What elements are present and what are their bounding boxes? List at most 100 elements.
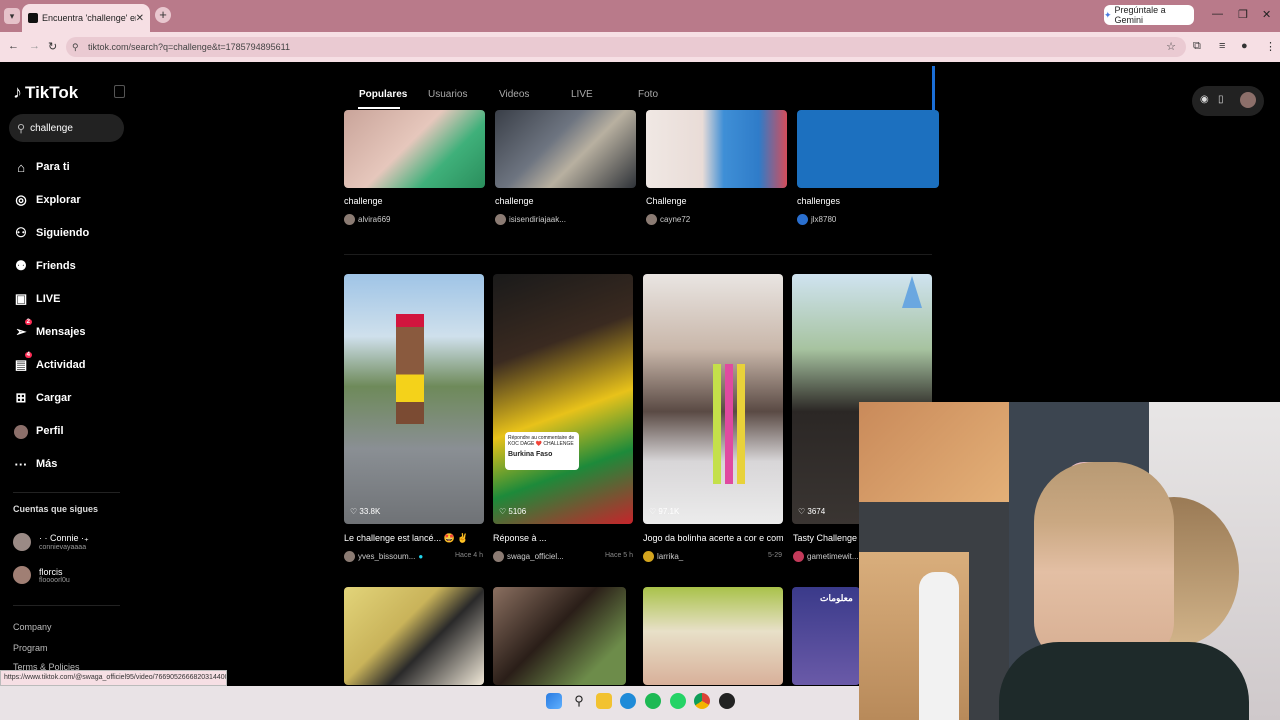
- reading-list-icon[interactable]: ≡: [1219, 40, 1225, 52]
- tab-foto[interactable]: Foto: [638, 89, 658, 100]
- following-icon: ⚇: [15, 225, 27, 240]
- tab-populares[interactable]: Populares: [359, 89, 407, 100]
- video-caption[interactable]: challenges: [797, 196, 840, 206]
- video-author[interactable]: alvira669: [344, 214, 390, 225]
- video-thumbnail[interactable]: ♡ 33.8K: [344, 274, 484, 524]
- video-thumbnail[interactable]: [344, 587, 484, 685]
- tab-usuarios[interactable]: Usuarios: [428, 89, 467, 100]
- post-time: 5-29: [768, 552, 783, 559]
- followed-account[interactable]: · · Connie ·₊ connievayaaaa: [13, 533, 89, 551]
- obs-icon[interactable]: [719, 693, 735, 709]
- account-handle: connievayaaaa: [39, 544, 87, 551]
- gemini-label: Pregúntale a Gemini: [1114, 5, 1166, 25]
- video-caption[interactable]: challenge: [344, 196, 383, 206]
- video-thumbnail[interactable]: [495, 110, 636, 188]
- person-face: [1034, 462, 1174, 662]
- nav-item-para-ti[interactable]: ⌂ Para ti: [12, 157, 70, 177]
- windows-start-icon[interactable]: [546, 693, 562, 709]
- video-thumbnail[interactable]: ♡ 97.1K: [643, 274, 783, 524]
- avatar[interactable]: [1240, 92, 1256, 108]
- search-icon[interactable]: ⚲: [571, 693, 587, 709]
- reply-sticker: Répondre au commentaire de KOC DAGE ❤️ C…: [505, 432, 579, 470]
- bookmark-star-icon[interactable]: ☆: [1166, 37, 1176, 57]
- chrome-icon[interactable]: [694, 693, 710, 709]
- video-caption[interactable]: challenge: [495, 196, 534, 206]
- nav-item-explorar[interactable]: ◎ Explorar: [12, 190, 80, 210]
- nav-item-actividad[interactable]: ▤ 4 Actividad: [12, 352, 86, 375]
- minimize-icon[interactable]: —: [1212, 8, 1223, 20]
- nav-item-perfil[interactable]: Perfil: [12, 421, 64, 441]
- video-caption[interactable]: Jogo da bolinha acerte a cor e comp...: [643, 533, 783, 543]
- coins-icon[interactable]: ◉: [1200, 94, 1209, 105]
- nav-item-siguiendo[interactable]: ⚇ Siguiendo: [12, 223, 89, 243]
- video-author[interactable]: gametimewit...: [793, 551, 859, 562]
- forward-icon[interactable]: →: [29, 40, 40, 52]
- divider: [344, 254, 932, 255]
- video-author[interactable]: larrika_: [643, 551, 683, 562]
- reload-icon[interactable]: ↻: [48, 40, 57, 53]
- author-name: jlx8780: [811, 215, 837, 224]
- file-explorer-icon[interactable]: [596, 693, 612, 709]
- gemini-button[interactable]: ✦ Pregúntale a Gemini: [1104, 5, 1194, 25]
- site-info-icon[interactable]: ⚲: [72, 37, 79, 57]
- author-name: cayne72: [660, 215, 691, 224]
- video-thumbnail[interactable]: [344, 110, 485, 188]
- live-icon: ▣: [14, 291, 28, 306]
- new-tab-button[interactable]: +: [155, 7, 171, 23]
- close-tab-icon[interactable]: ✕: [136, 13, 144, 24]
- video-author[interactable]: jlx8780: [797, 214, 836, 225]
- followed-account[interactable]: florcis floooorl0u: [13, 566, 70, 584]
- like-count: ♡ 3674: [798, 507, 826, 516]
- back-icon[interactable]: ←: [8, 40, 19, 52]
- nav-item-friends[interactable]: ⚉ Friends: [12, 256, 76, 276]
- browser-tab[interactable]: Encuentra 'challenge' en TikTok ✕: [22, 4, 150, 32]
- footer-link-program[interactable]: Program: [13, 643, 48, 653]
- edge-icon[interactable]: [620, 693, 636, 709]
- nav-item-cargar[interactable]: ⊞ Cargar: [12, 388, 72, 408]
- nav-item-mas[interactable]: ··· Más: [12, 454, 58, 474]
- tab-videos[interactable]: Videos: [499, 89, 529, 100]
- tab-live[interactable]: LIVE: [571, 89, 593, 100]
- author-name: alvira669: [358, 215, 391, 224]
- video-thumbnail[interactable]: Répondre au commentaire de KOC DAGE ❤️ C…: [493, 274, 633, 524]
- tab-list-icon[interactable]: ▾: [4, 8, 20, 24]
- video-thumbnail[interactable]: [493, 587, 626, 685]
- address-bar[interactable]: ⚲ tiktok.com/search?q=challenge&t=178579…: [66, 37, 1186, 57]
- restore-icon[interactable]: ❐: [1238, 8, 1248, 21]
- footer-link-company[interactable]: Company: [13, 622, 52, 632]
- video-caption[interactable]: Le challenge est lancé... 🤩 ✌: [344, 533, 480, 544]
- video-thumbnail[interactable]: [646, 110, 787, 188]
- video-caption[interactable]: Réponse à ...: [493, 533, 547, 543]
- tiktok-note-icon: ♪: [13, 82, 22, 102]
- window-close-icon[interactable]: ✕: [1262, 8, 1271, 21]
- device-icon[interactable]: ▯: [1218, 94, 1224, 105]
- extensions-icon[interactable]: ⧉: [1193, 40, 1201, 53]
- video-author[interactable]: yves_bissoum... ●: [344, 551, 423, 562]
- nav-item-mensajes[interactable]: ➢ 2 Mensajes: [12, 319, 86, 342]
- video-thumbnail[interactable]: [797, 110, 939, 188]
- tiktok-logo[interactable]: ♪ TikTok: [13, 82, 78, 103]
- nav-label: Perfil: [36, 425, 64, 437]
- activity-icon: ▤ 4: [14, 352, 32, 372]
- account-name: florcis: [39, 566, 63, 577]
- profile-icon[interactable]: ●: [1241, 40, 1248, 52]
- video-thumbnail[interactable]: [643, 587, 783, 685]
- account-handle: floooorl0u: [39, 576, 70, 584]
- person-shirt: [999, 642, 1249, 720]
- video-caption[interactable]: Challenge: [646, 196, 687, 206]
- post-time: Hace 4 h: [455, 552, 484, 559]
- video-author[interactable]: isisendiriajaak...: [495, 214, 566, 225]
- avatar: [797, 214, 808, 225]
- menu-icon[interactable]: ⋮: [1265, 40, 1276, 53]
- collapse-sidebar-icon[interactable]: [114, 85, 125, 98]
- search-input[interactable]: ⚲ challenge: [9, 114, 124, 142]
- video-author[interactable]: cayne72: [646, 214, 690, 225]
- whatsapp-icon[interactable]: [670, 693, 686, 709]
- webcam-overlay: [859, 402, 1280, 720]
- video-author[interactable]: swaga_officiel...: [493, 551, 564, 562]
- account-name: · · Connie ·₊: [39, 533, 89, 543]
- nav-item-live[interactable]: ▣ LIVE: [12, 289, 61, 309]
- video-thumbnail[interactable]: معلومات: [792, 587, 860, 685]
- home-icon: ⌂: [17, 159, 25, 175]
- spotify-icon[interactable]: [645, 693, 661, 709]
